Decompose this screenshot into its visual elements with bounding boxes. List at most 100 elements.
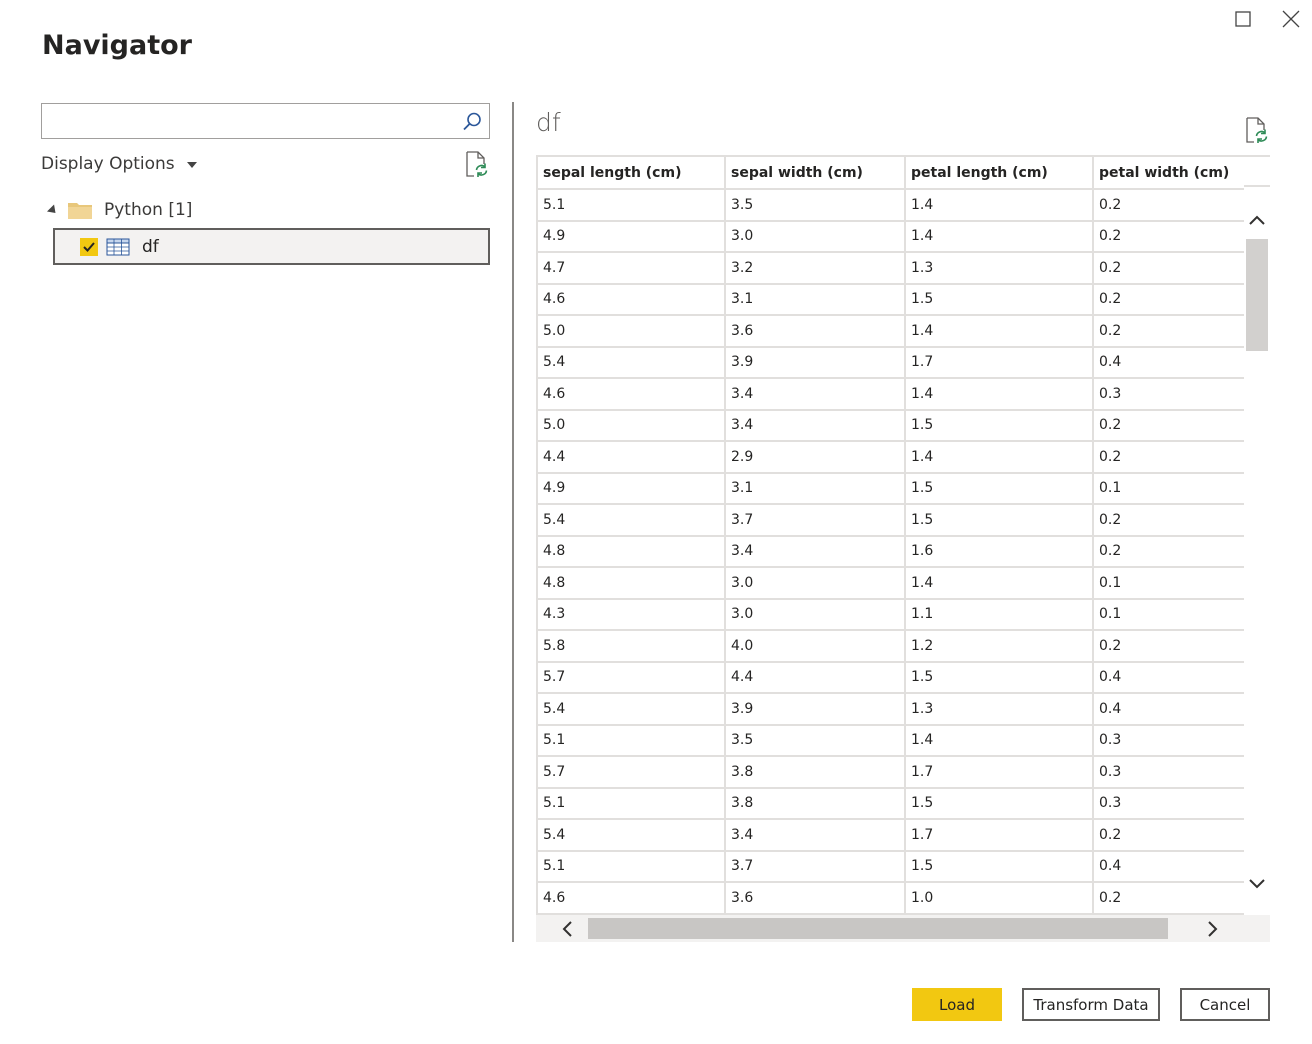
table-cell: 3.1 [725,472,906,505]
refresh-icon[interactable] [462,150,490,178]
table-cell: 0.2 [1093,441,1246,474]
table-cell: 0.2 [1093,535,1246,568]
refresh-preview-icon[interactable] [1242,116,1270,144]
table-cell: 0.4 [1093,661,1246,694]
table-row: 4.3 3.0 1.1 0.1 [536,598,1246,631]
table-cell: 3.9 [725,346,906,379]
table-cell: 1.4 [905,441,1094,474]
table-cell: 4.6 [536,882,726,915]
dialog-title: Navigator [42,30,192,61]
table-cell: 1.2 [905,630,1094,663]
table-cell: 0.2 [1093,252,1246,285]
table-row: 5.1 3.8 1.5 0.3 [536,787,1246,820]
table-cell: 0.2 [1093,882,1246,915]
scroll-up-icon[interactable] [1247,211,1267,231]
tree-node-python[interactable]: Python [1] [46,196,192,224]
preview-title: df [536,108,561,137]
table-row: 4.9 3.0 1.4 0.2 [536,220,1246,253]
table-cell: 3.4 [725,535,906,568]
table-row: 5.7 4.4 1.5 0.4 [536,661,1246,694]
preview-table: sepal length (cm) sepal width (cm) petal l… [536,157,1246,915]
df-checkbox[interactable] [80,237,98,256]
table-cell: 5.4 [536,346,726,379]
column-header[interactable]: sepal length (cm) [536,157,726,190]
expand-triangle-icon[interactable] [46,203,60,217]
table-cell: 1.4 [905,724,1094,757]
scroll-down-icon[interactable] [1247,873,1267,893]
table-cell: 4.9 [536,220,726,253]
maximize-button[interactable] [1232,8,1254,30]
table-cell: 1.0 [905,882,1094,915]
scroll-left-icon[interactable] [558,919,578,939]
table-row: 5.4 3.4 1.7 0.2 [536,819,1246,852]
table-row: 4.6 3.4 1.4 0.3 [536,378,1246,411]
table-cell: 5.7 [536,756,726,789]
table-cell: 5.1 [536,787,726,820]
table-cell: 5.1 [536,850,726,883]
close-icon [1282,10,1300,28]
transform-data-button[interactable]: Transform Data [1022,988,1160,1021]
table-cell: 0.4 [1093,693,1246,726]
table-cell: 4.9 [536,472,726,505]
table-row: 5.7 3.8 1.7 0.3 [536,756,1246,789]
table-cell: 3.8 [725,787,906,820]
vertical-scroll-thumb[interactable] [1246,239,1268,351]
table-row: 5.4 3.9 1.7 0.4 [536,346,1246,379]
display-options-dropdown[interactable]: Display Options [41,152,197,176]
preview-grid: sepal length (cm) sepal width (cm) petal l… [536,155,1270,915]
table-cell: 3.1 [725,283,906,316]
table-cell: 5.4 [536,819,726,852]
table-cell: 3.7 [725,850,906,883]
table-row: 4.9 3.1 1.5 0.1 [536,472,1246,505]
table-cell: 1.5 [905,661,1094,694]
table-cell: 0.2 [1093,315,1246,348]
search-box [41,103,490,139]
search-icon[interactable] [461,111,483,133]
close-button[interactable] [1280,8,1302,30]
column-header[interactable]: sepal width (cm) [725,157,906,190]
table-cell: 3.0 [725,220,906,253]
table-cell: 3.6 [725,882,906,915]
table-row: 4.7 3.2 1.3 0.2 [536,252,1246,285]
table-row: 5.4 3.7 1.5 0.2 [536,504,1246,537]
vertical-scrollbar[interactable] [1244,187,1270,915]
search-input[interactable] [42,104,452,138]
horizontal-scroll-thumb[interactable] [588,918,1168,939]
table-cell: 0.3 [1093,724,1246,757]
table-row: 4.6 3.1 1.5 0.2 [536,283,1246,316]
tree-item-df[interactable]: df [53,228,490,265]
column-header[interactable]: petal length (cm) [905,157,1094,190]
table-row: 4.6 3.6 1.0 0.2 [536,882,1246,915]
table-row: 5.8 4.0 1.2 0.2 [536,630,1246,663]
table-cell: 0.4 [1093,850,1246,883]
horizontal-scrollbar[interactable] [536,915,1270,942]
table-cell: 3.9 [725,693,906,726]
table-cell: 1.7 [905,819,1094,852]
table-cell: 1.5 [905,283,1094,316]
panel-divider[interactable] [512,102,514,942]
table-cell: 1.7 [905,756,1094,789]
table-cell: 4.8 [536,535,726,568]
table-cell: 5.7 [536,661,726,694]
table-row: 4.8 3.4 1.6 0.2 [536,535,1246,568]
table-cell: 3.2 [725,252,906,285]
maximize-icon [1235,11,1251,27]
table-cell: 0.2 [1093,283,1246,316]
table-cell: 5.4 [536,504,726,537]
table-row: 5.1 3.5 1.4 0.2 [536,189,1246,222]
chevron-down-icon [186,162,197,168]
checkmark-icon [83,241,95,252]
table-cell: 5.4 [536,693,726,726]
column-header[interactable]: petal width (cm) [1093,157,1246,190]
table-cell: 5.0 [536,315,726,348]
table-cell: 1.5 [905,850,1094,883]
scroll-right-icon[interactable] [1202,919,1222,939]
table-cell: 1.4 [905,315,1094,348]
table-cell: 0.1 [1093,567,1246,600]
load-button[interactable]: Load [912,988,1002,1021]
table-cell: 5.8 [536,630,726,663]
cancel-button[interactable]: Cancel [1180,988,1270,1021]
table-cell: 1.5 [905,472,1094,505]
table-cell: 1.4 [905,567,1094,600]
table-cell: 1.5 [905,409,1094,442]
